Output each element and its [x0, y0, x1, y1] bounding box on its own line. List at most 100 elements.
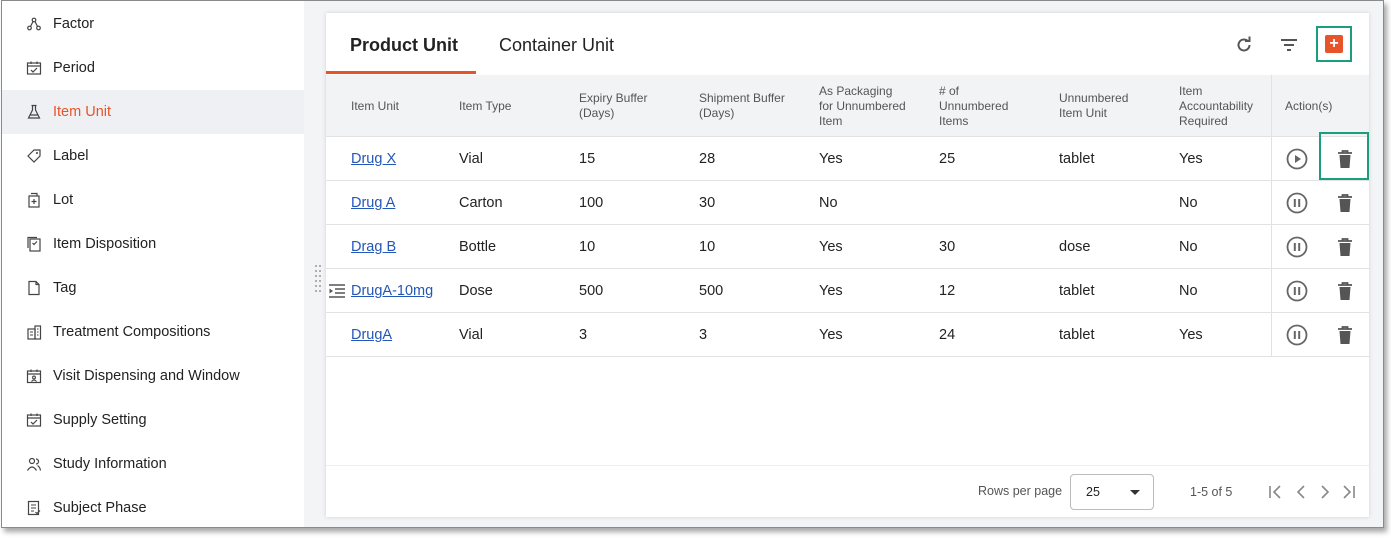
sidebar-item-tag[interactable]: Tag — [2, 266, 304, 310]
sidebar-item-label: Tag — [53, 280, 77, 296]
play-icon — [1286, 148, 1308, 170]
sidebar-item-label: Lot — [53, 192, 74, 208]
shipment-buffer-cell: 3 — [699, 327, 708, 343]
unnumbered-unit-cell: tablet — [1059, 151, 1095, 167]
expiry-buffer-cell: 3 — [579, 327, 588, 343]
sidebar-item-study-information[interactable]: Study Information — [2, 442, 304, 486]
column-header-num-unnumbered[interactable]: # of Unnumbered Items — [939, 75, 1029, 137]
unnumbered-unit-cell: tablet — [1059, 327, 1095, 343]
period-icon — [26, 60, 42, 76]
tab-container-unit[interactable]: Container Unit — [499, 35, 614, 56]
delete-button[interactable] — [1334, 192, 1356, 214]
factor-icon — [26, 16, 42, 32]
sidebar-item-label: Supply Setting — [53, 412, 147, 428]
sidebar-item-item-disposition[interactable]: Item Disposition — [2, 222, 304, 266]
column-header-shipment-buffer[interactable]: Shipment Buffer (Days) — [699, 75, 789, 137]
rows-per-page-select[interactable]: 25 — [1070, 474, 1154, 510]
supply-icon — [26, 412, 42, 428]
sidebar-item-label-nav[interactable]: Label — [2, 134, 304, 178]
expiry-buffer-cell: 10 — [579, 239, 596, 255]
sidebar-item-factor[interactable]: Factor — [2, 2, 304, 46]
item-unit-link[interactable]: Drug A — [351, 181, 395, 225]
sidebar-item-supply-setting[interactable]: Supply Setting — [2, 398, 304, 442]
table-row: Drug A Carton 100 30 No No — [326, 181, 1369, 225]
delete-button[interactable] — [1334, 280, 1356, 302]
column-header-item-type[interactable]: Item Type — [459, 75, 559, 137]
deactivate-button[interactable] — [1286, 192, 1308, 214]
column-header-expiry-buffer[interactable]: Expiry Buffer (Days) — [579, 75, 669, 137]
column-header-accountability[interactable]: Item Accountability Required — [1179, 75, 1269, 137]
rows-per-page-value: 25 — [1086, 485, 1100, 499]
sidebar-item-label: Factor — [53, 16, 95, 32]
refresh-button[interactable] — [1232, 33, 1256, 57]
shipment-buffer-cell: 10 — [699, 239, 716, 255]
sidebar-item-visit-dispensing[interactable]: Visit Dispensing and Window — [2, 354, 304, 398]
item-type-cell: Vial — [459, 151, 483, 167]
table-row: Drag B Bottle 10 10 Yes 30 dose No — [326, 225, 1369, 269]
accountability-cell: No — [1179, 283, 1198, 299]
as-packaging-cell: Yes — [819, 283, 843, 299]
item-type-cell: Vial — [459, 327, 483, 343]
num-unnumbered-cell: 24 — [939, 327, 956, 343]
sidebar-item-label: Subject Phase — [53, 500, 147, 516]
item-unit-link[interactable]: Drag B — [351, 225, 396, 269]
actions-column-divider — [1271, 75, 1272, 357]
shipment-buffer-cell: 30 — [699, 195, 716, 211]
as-packaging-cell: Yes — [819, 239, 843, 255]
item-unit-link[interactable]: DrugA-10mg — [351, 269, 433, 313]
sidebar-item-lot[interactable]: Lot — [2, 178, 304, 222]
deactivate-button[interactable] — [1286, 236, 1308, 258]
item-unit-link[interactable]: Drug X — [351, 137, 396, 181]
add-button[interactable]: + — [1316, 26, 1352, 62]
column-header-item-unit[interactable]: Item Unit — [351, 75, 451, 137]
accountability-cell: No — [1179, 239, 1198, 255]
accountability-cell: No — [1179, 195, 1198, 211]
deactivate-button[interactable] — [1286, 324, 1308, 346]
resize-handle[interactable] — [314, 263, 322, 293]
pause-icon — [1286, 236, 1308, 258]
expiry-buffer-cell: 100 — [579, 195, 604, 211]
item-unit-panel: Product Unit Container Unit + Item Unit … — [326, 13, 1369, 517]
previous-page-button[interactable] — [1292, 482, 1310, 502]
sidebar-item-label: Item Disposition — [53, 236, 157, 252]
sidebar-item-subject-phase[interactable]: Subject Phase — [2, 486, 304, 527]
next-page-button[interactable] — [1316, 482, 1334, 502]
filter-icon — [1281, 39, 1297, 51]
sidebar-item-treatment-compositions[interactable]: Treatment Compositions — [2, 310, 304, 354]
pause-icon — [1286, 192, 1308, 214]
sidebar-item-label: Period — [53, 60, 95, 76]
accountability-cell: Yes — [1179, 151, 1203, 167]
deactivate-button[interactable] — [1286, 280, 1308, 302]
refresh-icon — [1237, 36, 1251, 52]
column-header-as-packaging[interactable]: As Packaging for Unnumbered Item — [819, 75, 909, 137]
sidebar-item-label: Visit Dispensing and Window — [53, 368, 240, 384]
num-unnumbered-cell: 30 — [939, 239, 956, 255]
last-page-icon — [1343, 485, 1355, 499]
sidebar-item-item-unit[interactable]: Item Unit — [2, 90, 304, 134]
building-icon — [26, 324, 42, 340]
first-page-button[interactable] — [1267, 482, 1285, 502]
as-packaging-cell: Yes — [819, 151, 843, 167]
visit-icon — [26, 368, 42, 384]
chevron-right-icon — [1321, 485, 1330, 499]
sidebar: Factor Period Item Unit Label Lot Item D… — [2, 1, 304, 527]
sidebar-item-label: Study Information — [53, 456, 167, 472]
accountability-cell: Yes — [1179, 327, 1203, 343]
expiry-buffer-cell: 500 — [579, 283, 604, 299]
tab-bar: Product Unit Container Unit + — [326, 13, 1369, 75]
label-icon — [26, 148, 42, 164]
delete-button[interactable] — [1334, 324, 1356, 346]
filter-button[interactable] — [1277, 33, 1301, 57]
unnumbered-unit-cell: tablet — [1059, 283, 1095, 299]
activate-button[interactable] — [1286, 148, 1308, 170]
item-type-cell: Bottle — [459, 239, 497, 255]
sidebar-item-period[interactable]: Period — [2, 46, 304, 90]
delete-button[interactable] — [1334, 236, 1356, 258]
last-page-button[interactable] — [1339, 482, 1357, 502]
pause-icon — [1286, 280, 1308, 302]
tag-icon — [26, 280, 42, 296]
trash-icon — [1338, 238, 1352, 256]
column-header-unnumbered-unit[interactable]: Unnumbered Item Unit — [1059, 75, 1149, 137]
tab-product-unit[interactable]: Product Unit — [350, 35, 458, 56]
item-unit-link[interactable]: DrugA — [351, 313, 392, 357]
